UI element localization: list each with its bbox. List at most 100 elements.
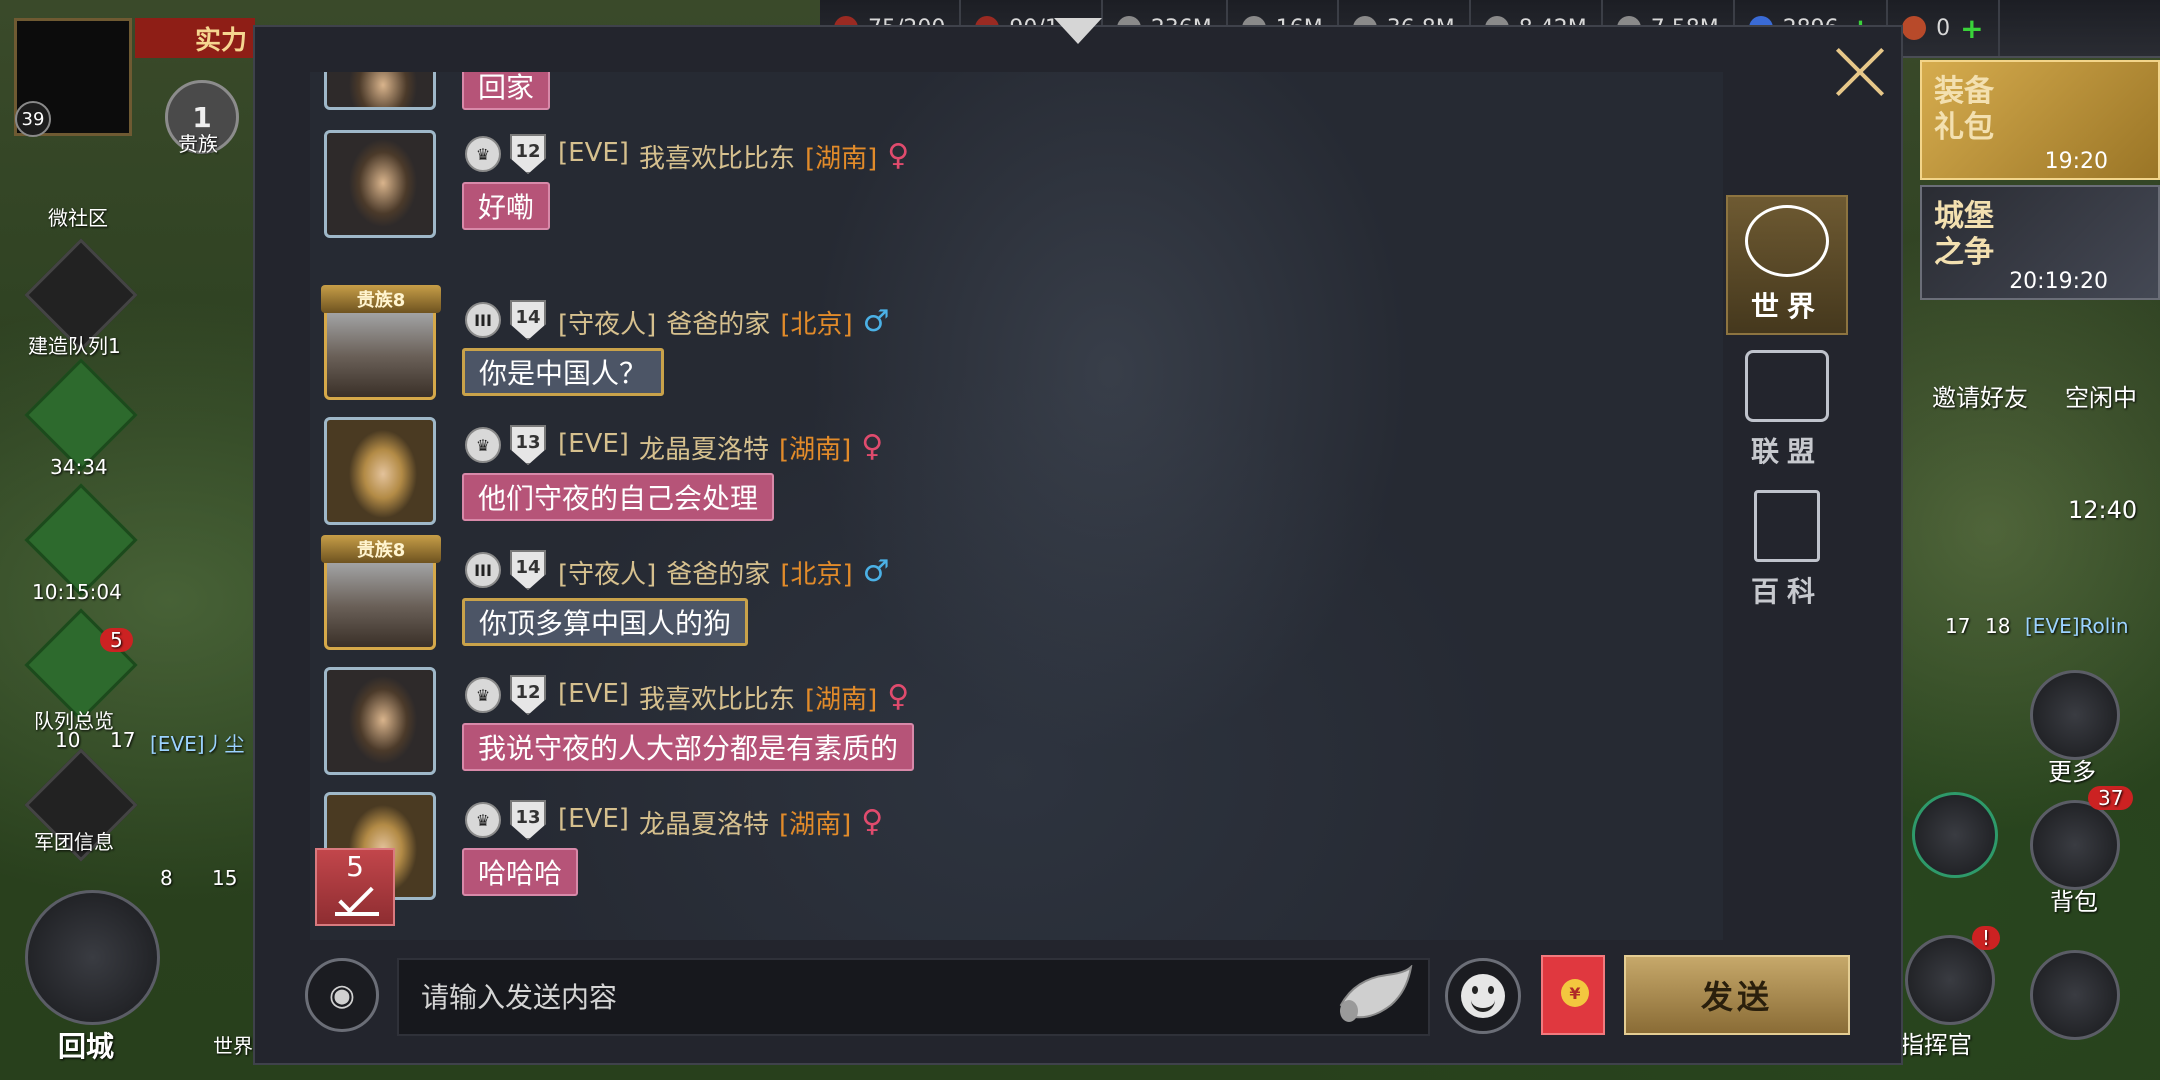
sender-name: 龙晶夏洛特	[638, 435, 769, 465]
sender-guild: [守夜人]	[558, 560, 657, 590]
chat-input[interactable]	[397, 958, 1430, 1036]
avatar[interactable]	[324, 417, 436, 525]
avatar[interactable]	[324, 667, 436, 775]
message-bubble[interactable]: 他们守夜的自己会处理	[462, 473, 775, 521]
sender-location: [北京]	[780, 560, 853, 590]
sender-location: [湖南]	[778, 810, 852, 840]
shuriken-icon[interactable]	[2030, 950, 2120, 1040]
level-shield-icon: 14	[510, 550, 546, 590]
sender-line[interactable]: [EVE] 龙晶夏洛特 [湖南] ♀	[558, 429, 883, 466]
sender-guild: [EVE]	[558, 679, 629, 709]
more-gear-icon[interactable]	[2030, 670, 2120, 760]
siege-title: 城堡 之争	[1934, 199, 1994, 270]
message-bubble[interactable]: 哈哈哈	[462, 848, 579, 896]
sender-line[interactable]: [EVE] 龙晶夏洛特 [湖南] ♀	[558, 804, 883, 841]
castle-battle-event[interactable]: 城堡 之争 20:19:20	[1920, 185, 2160, 300]
rank-crown-icon: ♛	[465, 677, 501, 713]
wiki-search-icon	[1754, 490, 1820, 562]
token-icon	[1902, 16, 1927, 40]
avatar[interactable]	[324, 130, 436, 238]
alliance-chat-icon	[1745, 350, 1829, 422]
male-icon: ♂	[862, 554, 890, 589]
shield-badge: 10	[55, 728, 81, 752]
voice-input-button[interactable]: ◉	[305, 958, 379, 1032]
sender-location: [湖南]	[804, 144, 878, 174]
equipment-gift-pack[interactable]: 装备 礼包 19:20	[1920, 60, 2160, 180]
shield-badge: 18	[1985, 614, 2011, 638]
build-queue-label: 建造队列1	[28, 334, 121, 358]
avatar[interactable]: 贵族8	[321, 285, 441, 400]
world-label[interactable]: 世界	[213, 1030, 253, 1059]
more-label: 更多	[2048, 758, 2096, 786]
tab-wiki[interactable]: 百科	[1726, 480, 1848, 620]
avatar[interactable]	[324, 72, 436, 110]
level-shield-icon: 13	[510, 425, 546, 465]
return-city-label: 回城	[58, 1030, 115, 1063]
red-packet-button[interactable]: ¥	[1541, 955, 1605, 1035]
chevron-down-icon	[338, 878, 374, 914]
smiley-icon	[1461, 974, 1505, 1018]
sender-line[interactable]: [EVE] 我喜欢比比东 [湖南] ♀	[558, 679, 909, 716]
sender-location: [湖南]	[778, 435, 852, 465]
horn-broadcast-icon[interactable]	[1335, 965, 1415, 1027]
shield-badge: 17	[1945, 614, 1971, 638]
tab-world[interactable]: 世界	[1726, 195, 1848, 335]
queue-badge: 5	[100, 628, 133, 652]
tokens-value: 0	[1936, 15, 1951, 41]
idle-status[interactable]: 空闲中	[2065, 378, 2137, 413]
sender-name: 龙晶夏洛特	[638, 810, 769, 840]
message-bubble[interactable]: 回家	[462, 72, 551, 110]
message-bubble[interactable]: 好嘞	[462, 182, 551, 230]
emoji-button[interactable]	[1445, 958, 1521, 1034]
rank-crown-icon: ♛	[465, 136, 501, 172]
sender-line[interactable]: [EVE] 我喜欢比比东 [湖南] ♀	[558, 138, 909, 175]
rank-crown-icon: ♛	[465, 427, 501, 463]
player-level: 39	[15, 101, 51, 137]
sender-guild: [EVE]	[558, 804, 629, 834]
close-icon[interactable]	[1830, 40, 1890, 100]
commander-badge: !	[1972, 926, 2001, 950]
march-arrow-icon[interactable]	[1912, 792, 1998, 878]
chat-message-list[interactable]: 回家 ♛ 12 [EVE] 我喜欢比比东 [湖南] ♀ 好嘞 贵族8 III 1…	[310, 72, 1723, 940]
resource-tokens[interactable]: 0 +	[1888, 0, 2000, 56]
sender-guild: [EVE]	[558, 429, 629, 459]
message-bubble[interactable]: 我说守夜的人大部分都是有素质的	[462, 723, 915, 771]
siege-timer: 20:19:20	[2009, 269, 2108, 294]
noble-label: 贵族	[178, 132, 218, 156]
tab-label: 世界	[1750, 290, 1823, 323]
sender-line[interactable]: [守夜人] 爸爸的家 [北京] ♂	[558, 304, 890, 341]
message-bubble[interactable]: 你顶多算中国人的狗	[462, 598, 749, 646]
shield-badge: 17	[110, 728, 136, 752]
invite-friends-button[interactable]: 邀请好友	[1932, 378, 2028, 413]
scroll-to-latest-button[interactable]: 5	[315, 848, 395, 926]
gift-timer: 19:20	[2044, 149, 2108, 174]
tab-alliance[interactable]: 联盟	[1726, 340, 1848, 480]
sender-name: 爸爸的家	[666, 310, 771, 340]
castle-timer: 12:40	[2068, 496, 2138, 524]
sender-name: 我喜欢比比东	[638, 685, 795, 715]
power-label[interactable]: 实力	[135, 18, 255, 58]
message-bubble[interactable]: 你是中国人？	[462, 348, 665, 396]
shield-badge: 15	[212, 866, 238, 890]
add-tokens-button[interactable]: +	[1960, 12, 1983, 45]
backpack-icon[interactable]	[2030, 800, 2120, 890]
community-button[interactable]: 微社区	[48, 202, 108, 231]
sound-wave-icon: ◉	[328, 977, 356, 1013]
coin-icon: ¥	[1561, 979, 1589, 1007]
sender-line[interactable]: [守夜人] 爸爸的家 [北京] ♂	[558, 554, 890, 591]
player-avatar[interactable]: 39	[14, 18, 132, 137]
tab-label: 百科	[1750, 575, 1823, 608]
return-city-button[interactable]	[25, 890, 160, 1025]
female-icon: ♀	[887, 679, 910, 714]
noble-rank-tag: 贵族8	[321, 535, 441, 563]
rank-crown-icon: ♛	[465, 802, 501, 838]
unread-count: 5	[346, 850, 364, 883]
backpack-label: 背包	[2050, 888, 2098, 916]
legion-info-label: 军团信息	[34, 830, 114, 854]
level-shield-icon: 13	[510, 800, 546, 840]
send-button[interactable]: 发送	[1624, 955, 1850, 1035]
avatar[interactable]: 贵族8	[321, 535, 441, 650]
gift-title: 装备 礼包	[1934, 74, 1994, 145]
level-shield-icon: 14	[510, 300, 546, 340]
level-shield-icon: 12	[510, 675, 546, 715]
